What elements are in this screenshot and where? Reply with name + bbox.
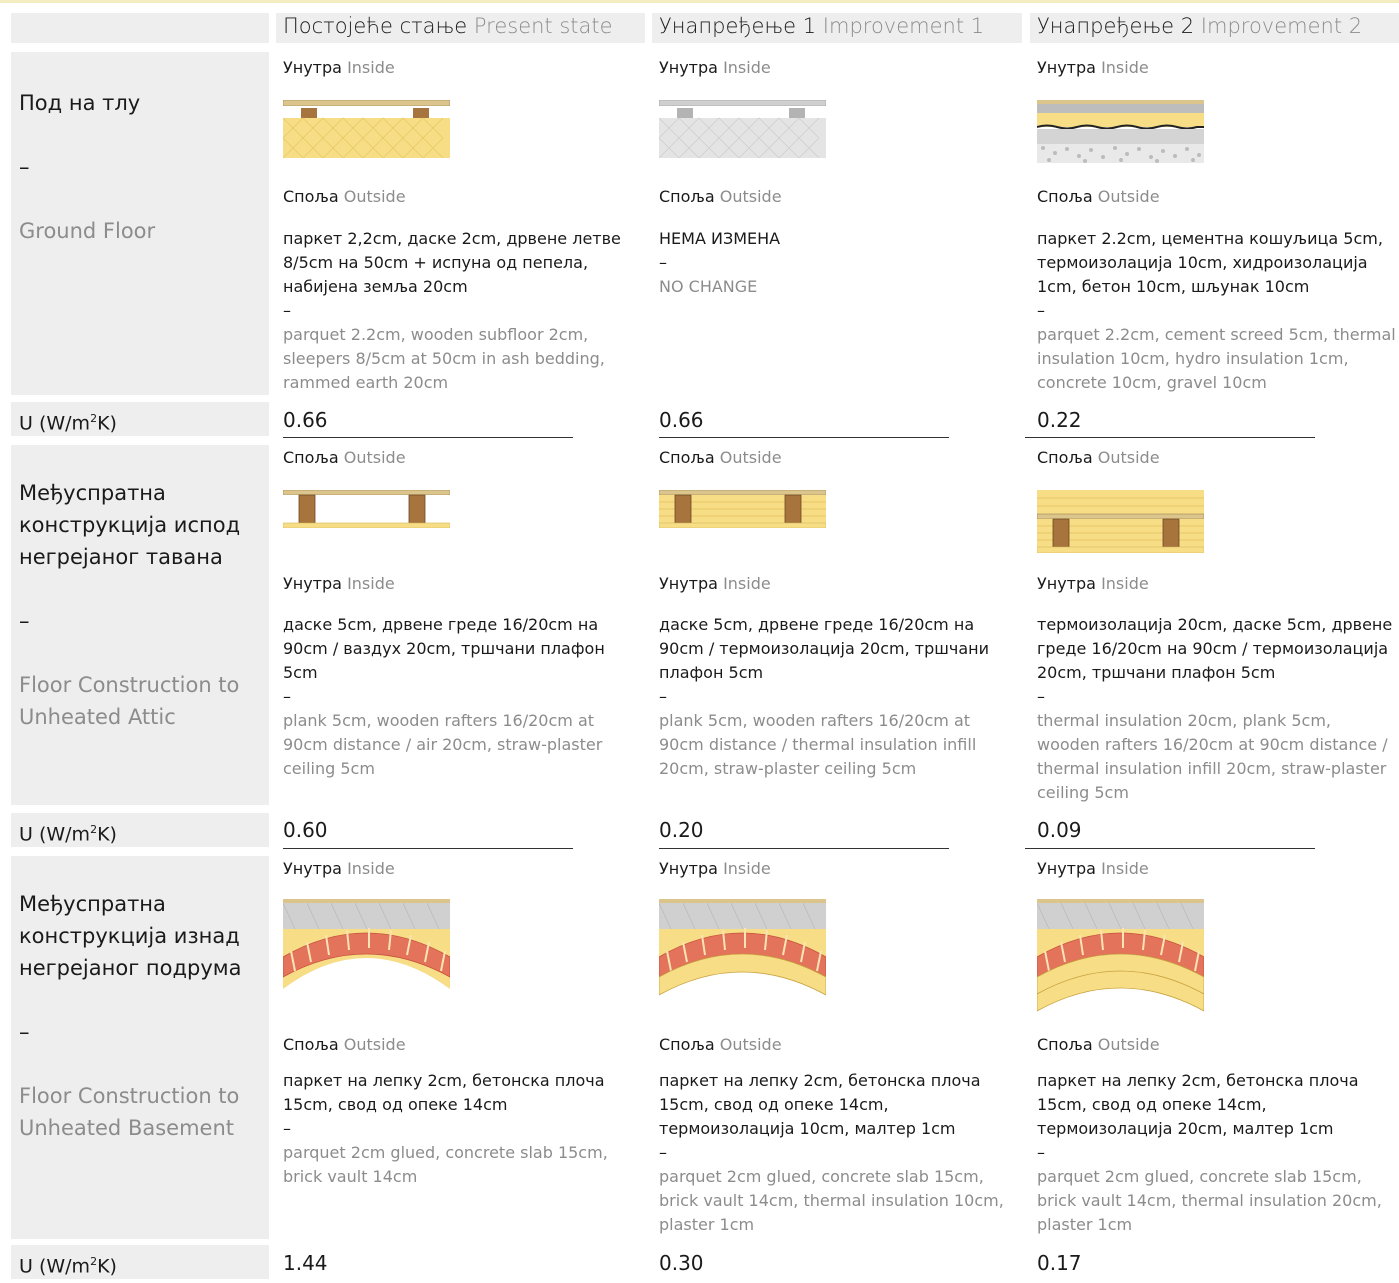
ground-floor-present-u: 0.66: [283, 408, 328, 432]
basement-improvement-1-diagram: [659, 899, 826, 996]
attic-title: Међуспратна конструкција испод негрејано…: [19, 481, 241, 729]
u-value-label: U (W/m2K): [19, 412, 117, 435]
divider: [659, 437, 949, 438]
attic-improvement-2-diagram: [1037, 490, 1204, 553]
inside-label: Унутра Inside: [283, 574, 395, 593]
inside-label: Унутра Inside: [1037, 574, 1149, 593]
ground-floor-present-diagram: [283, 100, 450, 158]
ground-floor-improvement-1-diagram: [659, 100, 826, 158]
inside-label: Унутра Inside: [659, 859, 771, 878]
inside-label: Унутра Inside: [1037, 58, 1149, 77]
basement-present-u: 1.44: [283, 1251, 328, 1275]
attic-improvement-1-diagram: [659, 490, 826, 528]
ground-floor-improvement-1-desc: НЕМА ИЗМЕНА – NO CHANGE: [659, 229, 781, 296]
outside-label: Споља Outside: [1037, 1035, 1160, 1054]
inside-label: Унутра Inside: [1037, 859, 1149, 878]
header-blank: [11, 13, 269, 43]
basement-present-diagram: [283, 899, 450, 989]
attic-present-diagram: [283, 490, 450, 528]
attic-improvement-2-desc: термоизолација 20cm, даске 5cm, дрвене г…: [1037, 615, 1393, 802]
outside-label: Споља Outside: [659, 1035, 782, 1054]
basement-improvement-1-u: 0.30: [659, 1251, 704, 1275]
divider: [1025, 437, 1315, 438]
ground-floor-improvement-2-diagram: [1037, 100, 1204, 163]
u-value-label: U (W/m2K): [19, 1255, 117, 1278]
basement-improvement-1-desc: паркет на лепку 2cm, бетонска плоча 15cm…: [659, 1071, 1004, 1234]
inside-label: Унутра Inside: [283, 58, 395, 77]
attic-improvement-2-u: 0.09: [1037, 818, 1082, 842]
header-improvement-1-label: Унапређење 1 Improvement 1: [659, 14, 985, 38]
inside-label: Унутра Inside: [283, 859, 395, 878]
attic-improvement-1-u: 0.20: [659, 818, 704, 842]
outside-label: Споља Outside: [659, 448, 782, 467]
divider: [283, 437, 573, 438]
inside-label: Унутра Inside: [659, 58, 771, 77]
basement-improvement-2-diagram: [1037, 899, 1204, 1012]
basement-title: Међуспратна конструкција изнад негрејано…: [19, 892, 242, 1140]
divider: [283, 848, 573, 849]
divider: [1025, 848, 1315, 849]
u-value-label: U (W/m2K): [19, 823, 117, 846]
ground-floor-improvement-2-desc: паркет 2.2cm, цементна кошуљица 5cm, тер…: [1037, 229, 1396, 392]
attic-present-desc: даске 5cm, дрвене греде 16/20cm на 90cm …: [283, 615, 605, 778]
header-improvement-2-label: Унапређење 2 Improvement 2: [1037, 14, 1363, 38]
outside-label: Споља Outside: [283, 187, 406, 206]
basement-improvement-2-desc: паркет на лепку 2cm, бетонска плоча 15cm…: [1037, 1071, 1382, 1234]
divider: [659, 848, 949, 849]
ground-floor-improvement-1-u: 0.66: [659, 408, 704, 432]
top-rule: [0, 0, 1399, 3]
ground-floor-improvement-2-u: 0.22: [1037, 408, 1082, 432]
outside-label: Споља Outside: [283, 1035, 406, 1054]
attic-improvement-1-desc: даске 5cm, дрвене греде 16/20cm на 90cm …: [659, 615, 989, 778]
outside-label: Споља Outside: [1037, 187, 1160, 206]
ground-floor-present-desc: паркет 2,2cm, даске 2cm, дрвене летве 8/…: [283, 229, 621, 392]
inside-label: Унутра Inside: [659, 574, 771, 593]
outside-label: Споља Outside: [283, 448, 406, 467]
attic-present-u: 0.60: [283, 818, 328, 842]
outside-label: Споља Outside: [659, 187, 782, 206]
outside-label: Споља Outside: [1037, 448, 1160, 467]
basement-improvement-2-u: 0.17: [1037, 1251, 1082, 1275]
header-present-label: Постојеће стање Present state: [283, 14, 613, 38]
ground-floor-title: Под на тлу – Ground Floor: [19, 91, 156, 243]
basement-present-desc: паркет на лепку 2cm, бетонска плоча 15cm…: [283, 1071, 608, 1186]
